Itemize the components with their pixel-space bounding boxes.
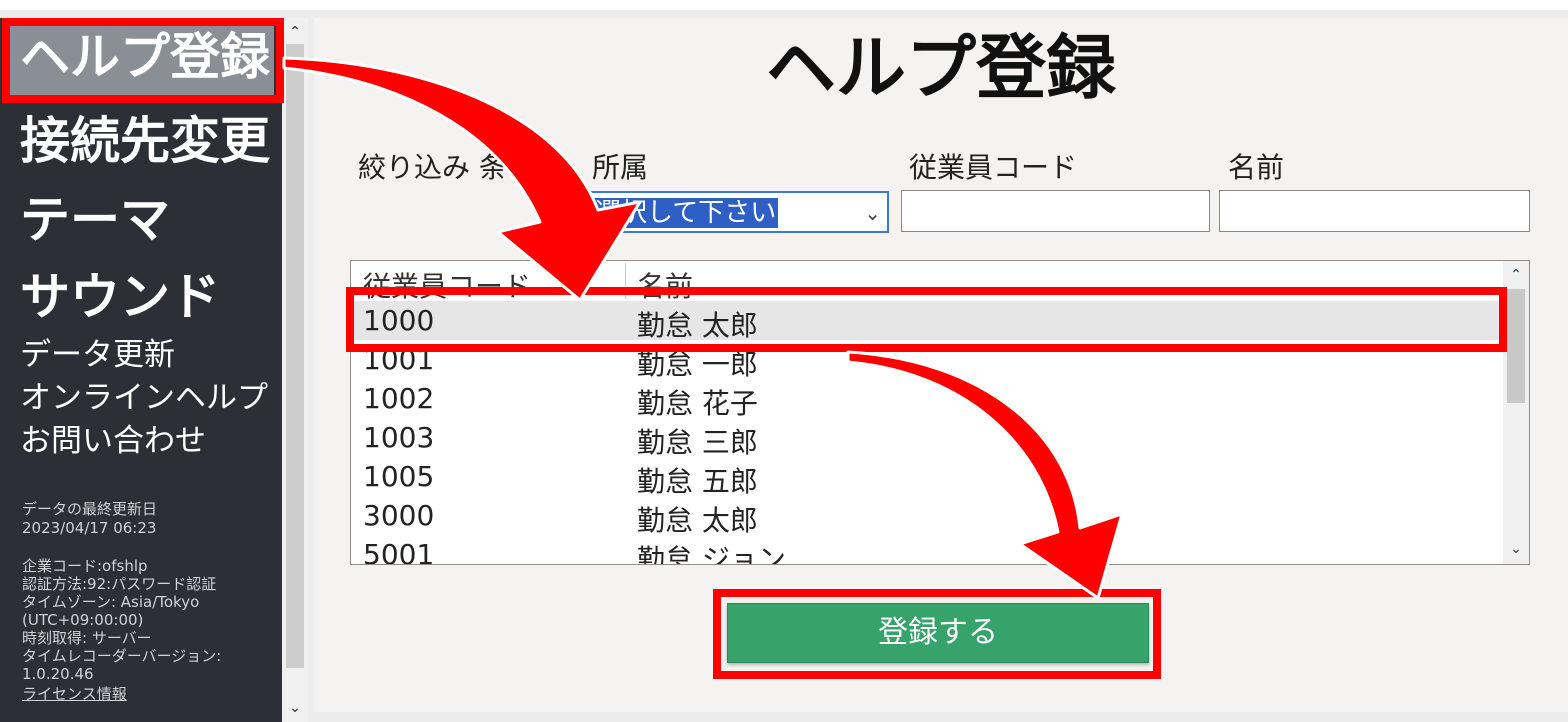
table-row[interactable]: 1005 勤怠 五郎 (351, 457, 1501, 498)
last-update-value: 2023/04/17 06:23 (22, 519, 157, 537)
row-name: 勤怠 ジョン (637, 543, 786, 565)
table-row[interactable]: 5001 勤怠 ジョン (351, 535, 1501, 565)
auth-method: 認証方法:92:パスワード認証 (22, 575, 217, 593)
row-name: 勤怠 三郎 (637, 426, 758, 459)
row-name: 勤怠 五郎 (637, 465, 758, 498)
register-button[interactable]: 登録する (727, 603, 1149, 663)
list-scroll-thumb[interactable] (1507, 289, 1525, 403)
page-title: ヘルプ登録 (766, 27, 1116, 109)
time-source: 時刻取得: サーバー (22, 629, 152, 647)
sidebar-item-data-update[interactable]: データ更新 (20, 340, 175, 371)
sidebar-scroll-thumb[interactable] (286, 44, 304, 668)
last-update-label: データの最終更新日 (22, 500, 158, 518)
column-header-employee-code[interactable]: 従業員コード (363, 265, 531, 305)
affiliation-select-value: 選択して下さい (593, 198, 779, 228)
sidebar-item-change-connection[interactable]: 接続先変更 (20, 116, 270, 166)
window-top-strip (0, 0, 1568, 10)
employee-list[interactable]: 従業員コード 名前 1000 勤怠 太郎 1001 勤怠 一郎 1002 勤怠 … (350, 260, 1530, 565)
table-row[interactable]: 1000 勤怠 太郎 (351, 301, 1501, 342)
sidebar-item-theme[interactable]: テーマ (20, 195, 170, 245)
row-name: 勤怠 太郎 (637, 309, 758, 342)
employee-code-input[interactable] (901, 190, 1210, 232)
timezone: タイムゾーン: Asia/Tokyo (22, 593, 200, 611)
table-row[interactable]: 1002 勤怠 花子 (351, 379, 1501, 420)
filter-label: 絞り込み 条 (358, 151, 507, 184)
row-code: 1001 (363, 343, 435, 376)
sidebar-scrollbar[interactable]: ⌃ ⌄ (282, 18, 308, 722)
sidebar-item-contact[interactable]: お問い合わせ (20, 426, 206, 457)
sidebar-item-help-register[interactable]: ヘルプ登録 (10, 18, 274, 97)
name-input[interactable] (1219, 190, 1530, 232)
chevron-down-icon[interactable]: ⌄ (1507, 539, 1525, 559)
table-row[interactable]: 1003 勤怠 三郎 (351, 418, 1501, 459)
sidebar: ヘルプ登録 接続先変更 テーマ サウンド データ更新 オンラインヘルプ お問い合… (0, 18, 282, 722)
recorder-version-label: タイムレコーダーバージョン: (22, 647, 222, 665)
timezone-offset: (UTC+09:00:00) (22, 611, 144, 629)
row-code: 1002 (363, 382, 435, 415)
row-code: 1005 (363, 460, 435, 493)
row-code: 3000 (363, 499, 435, 532)
column-separator (625, 263, 626, 299)
row-code: 1000 (363, 304, 435, 337)
name-label: 名前 (1228, 151, 1285, 184)
chevron-down-icon[interactable]: ⌄ (286, 698, 304, 718)
column-header-name[interactable]: 名前 (637, 265, 693, 305)
row-code: 1003 (363, 421, 435, 454)
chevron-up-icon[interactable]: ⌃ (286, 22, 304, 42)
chevron-up-icon[interactable]: ⌃ (1507, 265, 1525, 285)
recorder-version: 1.0.20.46 (22, 665, 94, 683)
list-header: 従業員コード 名前 (351, 261, 1501, 305)
affiliation-label: 所属 (592, 151, 649, 184)
row-name: 勤怠 花子 (637, 387, 758, 420)
main-panel: ヘルプ登録 絞り込み 条 所属 従業員コード 名前 選択して下さい ⌄ 従業員コ… (314, 18, 1568, 712)
row-name: 勤怠 一郎 (637, 348, 758, 381)
employee-code-label: 従業員コード (909, 151, 1078, 184)
company-code: 企業コード:ofshlp (22, 557, 148, 575)
license-link[interactable]: ライセンス情報 (22, 686, 127, 703)
chevron-down-icon: ⌄ (864, 201, 881, 225)
table-row[interactable]: 3000 勤怠 太郎 (351, 496, 1501, 537)
list-scrollbar[interactable]: ⌃ ⌄ (1503, 261, 1529, 564)
row-code: 5001 (363, 538, 435, 565)
row-name: 勤怠 太郎 (637, 504, 758, 537)
table-row[interactable]: 1001 勤怠 一郎 (351, 340, 1501, 381)
sidebar-item-sound[interactable]: サウンド (20, 272, 220, 322)
affiliation-select[interactable]: 選択して下さい ⌄ (587, 191, 889, 233)
sidebar-item-online-help[interactable]: オンラインヘルプ (20, 383, 268, 414)
